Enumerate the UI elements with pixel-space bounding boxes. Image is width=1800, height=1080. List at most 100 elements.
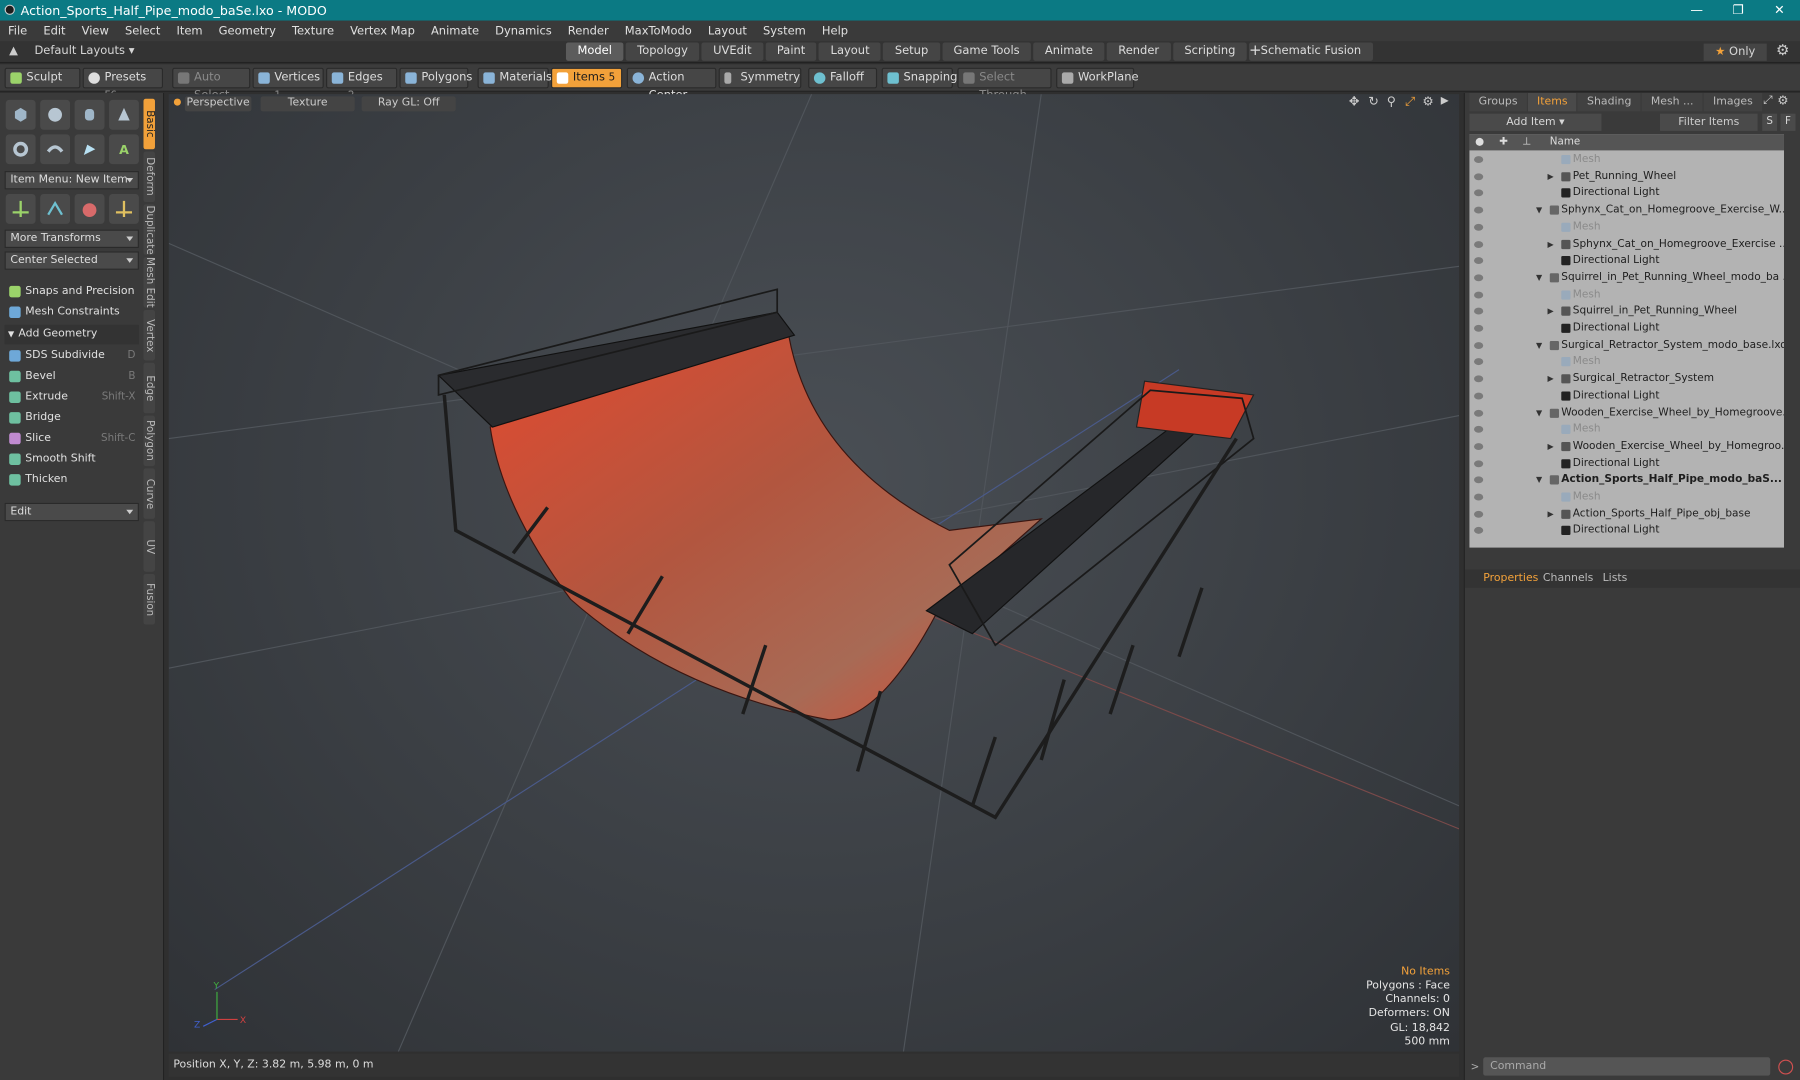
sphere-primitive-icon[interactable] bbox=[40, 99, 71, 130]
tree-row-scene[interactable]: ▼ Wooden_Exercise_Wheel_by_Homegroove... bbox=[1469, 405, 1784, 422]
falloff-button[interactable]: Falloff bbox=[808, 67, 878, 89]
only-toggle[interactable]: ★ Only bbox=[1703, 43, 1767, 61]
name-column-header[interactable]: Name bbox=[1550, 134, 1580, 150]
visibility-eye-icon[interactable] bbox=[1474, 341, 1484, 349]
tab-groups[interactable]: Groups bbox=[1469, 92, 1527, 112]
texture-dropdown[interactable]: Texture bbox=[260, 96, 355, 112]
tab-properties[interactable]: Properties bbox=[1483, 572, 1538, 585]
tube-primitive-icon[interactable] bbox=[40, 134, 71, 165]
visibility-eye-icon[interactable] bbox=[1474, 409, 1484, 417]
tab-model[interactable]: Model bbox=[565, 42, 624, 61]
tree-row-mesh[interactable]: Mesh bbox=[1469, 219, 1784, 236]
viewport-gear-icon[interactable]: ⚙ bbox=[1422, 94, 1433, 109]
tree-row-scene[interactable]: ▼ Sphynx_Cat_on_Homegroove_Exercise_W... bbox=[1469, 202, 1784, 219]
s-button[interactable]: S bbox=[1762, 113, 1778, 131]
tree-row-mesh[interactable]: Mesh bbox=[1469, 287, 1784, 304]
visibility-eye-icon[interactable] bbox=[1474, 358, 1484, 366]
tool-bevel[interactable]: Bevel B bbox=[5, 367, 139, 387]
visibility-eye-icon[interactable] bbox=[1474, 459, 1484, 467]
vtab-vertex[interactable]: Vertex bbox=[143, 309, 155, 361]
rotate-tool-icon[interactable] bbox=[40, 194, 71, 224]
scale-tool-icon[interactable] bbox=[74, 194, 105, 224]
3d-viewport[interactable]: X Y Z ● Perspective Texture Ray GL: Off … bbox=[168, 94, 1460, 1052]
visibility-eye-icon[interactable] bbox=[1474, 324, 1484, 332]
tab-game-tools[interactable]: Game Tools bbox=[942, 42, 1032, 61]
expand-arrow-icon[interactable]: ▶ bbox=[1548, 438, 1554, 455]
settings-gear-icon[interactable]: ⚙ bbox=[1776, 42, 1789, 59]
tree-row-mesh[interactable]: Mesh bbox=[1469, 489, 1784, 506]
zoom-icon[interactable]: ⚲ bbox=[1387, 94, 1396, 109]
visibility-eye-icon[interactable] bbox=[1474, 240, 1484, 248]
vtab-mesh-edit[interactable]: Mesh Edit bbox=[143, 257, 155, 308]
tree-row-item[interactable]: ▶ Pet_Running_Wheel bbox=[1469, 168, 1784, 185]
pen-tool-icon[interactable] bbox=[74, 134, 105, 165]
maximize-button[interactable]: ❐ bbox=[1717, 0, 1758, 21]
more-transforms-dropdown[interactable]: More Transforms bbox=[4, 229, 139, 248]
tree-row-item[interactable]: ▶ Sphynx_Cat_on_Homegroove_Exercise ... bbox=[1469, 236, 1784, 253]
visibility-eye-icon[interactable] bbox=[1474, 257, 1484, 265]
menu-select[interactable]: Select bbox=[117, 25, 168, 38]
menu-edit[interactable]: Edit bbox=[35, 25, 73, 38]
tree-row-light[interactable]: Directional Light bbox=[1469, 388, 1784, 405]
visibility-eye-icon[interactable] bbox=[1474, 274, 1484, 282]
transform-tool-icon[interactable] bbox=[109, 194, 139, 224]
visibility-eye-icon[interactable] bbox=[1474, 476, 1484, 484]
cylinder-primitive-icon[interactable] bbox=[74, 99, 105, 130]
command-clear-icon[interactable] bbox=[1778, 1059, 1794, 1075]
edit-dropdown[interactable]: Edit bbox=[4, 502, 139, 522]
menu-dynamics[interactable]: Dynamics bbox=[487, 25, 560, 38]
menu-texture[interactable]: Texture bbox=[284, 25, 342, 38]
viewport-expand-icon[interactable]: ▶ bbox=[1441, 95, 1449, 106]
filter-items-field[interactable]: Filter Items bbox=[1660, 113, 1758, 131]
raygl-toggle[interactable]: Ray GL: Off bbox=[361, 96, 456, 112]
tab-scripting[interactable]: Scripting bbox=[1172, 42, 1247, 61]
panel-expand-icon[interactable]: ⤢ bbox=[1763, 94, 1772, 107]
fit-icon[interactable]: ⤢ bbox=[1405, 94, 1415, 110]
menu-maxtomodo[interactable]: MaxToModo bbox=[617, 25, 700, 38]
tree-row-scene[interactable]: ▼ Squirrel_in_Pet_Running_Wheel_modo_ba .… bbox=[1469, 270, 1784, 287]
visibility-eye-icon[interactable] bbox=[1474, 189, 1484, 197]
vtab-polygon[interactable]: Polygon bbox=[143, 415, 155, 467]
menu-vertex-map[interactable]: Vertex Map bbox=[342, 25, 423, 38]
tool-sds-subdivide[interactable]: SDS Subdivide D bbox=[5, 347, 139, 367]
menu-render[interactable]: Render bbox=[560, 25, 617, 38]
tab-layout[interactable]: Layout bbox=[819, 42, 882, 61]
tool-slice[interactable]: Slice Shift-C bbox=[5, 429, 139, 449]
tree-row-item[interactable]: ▶ Squirrel_in_Pet_Running_Wheel bbox=[1469, 303, 1784, 320]
action-center-button[interactable]: Action Center bbox=[626, 67, 717, 102]
vtab-basic[interactable]: Basic bbox=[143, 98, 155, 150]
visibility-eye-icon[interactable] bbox=[1474, 156, 1484, 164]
tool-smooth-shift[interactable]: Smooth Shift bbox=[5, 450, 139, 470]
panel-gear-icon[interactable]: ⚙ bbox=[1777, 93, 1788, 108]
tree-row-item[interactable]: ▶ Action_Sports_Half_Pipe_obj_base bbox=[1469, 506, 1784, 523]
tree-row-light[interactable]: Directional Light bbox=[1469, 320, 1784, 337]
menu-geometry[interactable]: Geometry bbox=[211, 25, 284, 38]
expand-arrow-icon[interactable]: ▼ bbox=[1536, 405, 1542, 422]
visibility-eye-icon[interactable] bbox=[1474, 375, 1484, 383]
tab-render[interactable]: Render bbox=[1106, 42, 1171, 61]
tree-row-item[interactable]: ▶ Surgical_Retractor_System bbox=[1469, 371, 1784, 388]
visibility-eye-icon[interactable] bbox=[1474, 426, 1484, 434]
polygons-button[interactable]: Polygons bbox=[399, 67, 472, 89]
materials-button[interactable]: Materials bbox=[477, 67, 552, 89]
presets-button[interactable]: Presets F6 bbox=[82, 67, 164, 102]
viewport-menu-icon[interactable]: ● bbox=[173, 96, 181, 106]
tab-lists[interactable]: Lists bbox=[1603, 572, 1628, 585]
visibility-eye-icon[interactable] bbox=[1474, 510, 1484, 518]
snapping-button[interactable]: Snapping bbox=[881, 67, 957, 89]
tab-schematic-fusion[interactable]: Schematic Fusion bbox=[1249, 42, 1373, 61]
tree-row-mesh[interactable]: Mesh bbox=[1469, 354, 1784, 371]
expand-arrow-icon[interactable]: ▶ bbox=[1548, 371, 1554, 388]
expand-arrow-icon[interactable]: ▶ bbox=[1548, 303, 1554, 320]
command-input[interactable]: Command bbox=[1483, 1057, 1771, 1076]
expand-arrow-icon[interactable]: ▼ bbox=[1536, 202, 1542, 219]
visibility-eye-icon[interactable] bbox=[1474, 527, 1484, 535]
tree-row-mesh[interactable]: Mesh bbox=[1469, 152, 1784, 169]
tab-uvedit[interactable]: UVEdit bbox=[701, 42, 764, 61]
edges-button[interactable]: Edges 2 bbox=[326, 67, 398, 102]
close-button[interactable]: ✕ bbox=[1759, 0, 1800, 21]
cone-primitive-icon[interactable] bbox=[109, 99, 139, 130]
items-button[interactable]: Items 5 bbox=[551, 67, 623, 89]
expand-arrow-icon[interactable]: ▶ bbox=[1548, 168, 1554, 185]
visibility-eye-icon[interactable] bbox=[1474, 291, 1484, 299]
